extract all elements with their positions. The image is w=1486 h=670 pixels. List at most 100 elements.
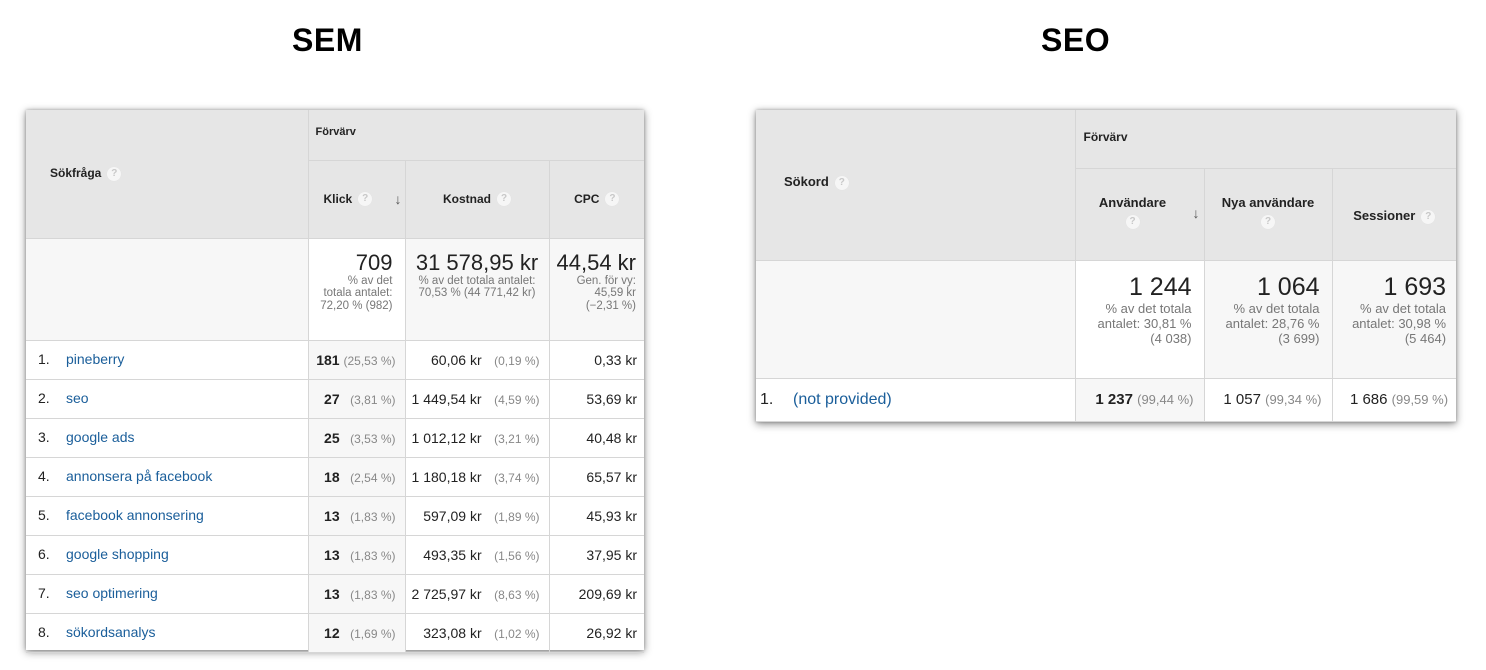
query-cell: 8. sökordsanalys xyxy=(26,612,309,653)
table-row: 7. seo optimering 13 (1,83 %) 2 725,97 kr (… xyxy=(26,573,644,614)
column-header-clicks[interactable]: Klick? ↓ xyxy=(307,159,406,239)
query-cell: 3. google ads xyxy=(26,417,309,458)
table-row: 3. google ads 25 (3,53 %) 1 012,12 kr (3,21… xyxy=(26,417,644,458)
cpc-value: 0,33 kr xyxy=(594,351,637,368)
query-cell: 7. seo optimering xyxy=(26,573,309,614)
cost-value: 493,35 kr xyxy=(423,546,482,563)
column-header-new-users[interactable]: Nya användare ? xyxy=(1203,167,1333,261)
cost-value: 597,09 kr xyxy=(423,507,482,524)
cost-value: 323,08 kr xyxy=(423,624,482,641)
column-header-cpc[interactable]: CPC? xyxy=(548,159,644,239)
clicks-value: 25 xyxy=(324,429,340,446)
cost-value: 1 012,12 kr xyxy=(411,429,482,446)
clicks-cell: 12 (1,69 %) xyxy=(307,612,406,653)
help-icon[interactable]: ? xyxy=(107,166,122,181)
cost-value: 60,06 kr xyxy=(431,351,482,368)
row-index: 2. xyxy=(38,389,50,406)
row-index: 1. xyxy=(38,350,50,367)
totals-label-cell xyxy=(26,237,309,341)
query-link[interactable]: google ads xyxy=(66,429,135,445)
help-icon[interactable]: ? xyxy=(1261,215,1275,230)
clicks-percent: (1,69 %) xyxy=(350,626,396,641)
help-icon[interactable]: ? xyxy=(1125,215,1140,230)
clicks-cell: 13 (1,83 %) xyxy=(307,495,406,536)
query-link[interactable]: annonsera på facebook xyxy=(66,468,212,484)
column-label: Användare xyxy=(1098,194,1167,210)
table-row: 1. pineberry 181 (25,53 %) 60,06 kr (0,19 %… xyxy=(26,339,644,380)
keyword-cell: 1. (not provided) xyxy=(756,377,1076,422)
cpc-cell: 209,69 kr xyxy=(548,573,644,614)
dimension-header[interactable]: Sökord? xyxy=(756,110,1076,261)
cpc-cell: 65,57 kr xyxy=(548,456,644,497)
clicks-percent: (2,54 %) xyxy=(350,470,396,485)
column-header-users[interactable]: Användare ? ↓ xyxy=(1074,167,1205,261)
clicks-value: 18 xyxy=(324,468,340,485)
query-link[interactable]: sökordsanalys xyxy=(66,624,156,640)
clicks-percent: (1,83 %) xyxy=(350,509,396,524)
clicks-value: 13 xyxy=(324,585,340,602)
sessions-percent: (99,59 %) xyxy=(1391,392,1449,407)
total-desc: totala antalet: xyxy=(323,287,393,299)
clicks-percent: (3,53 %) xyxy=(350,431,396,446)
sort-down-icon[interactable]: ↓ xyxy=(395,191,402,207)
query-cell: 6. google shopping xyxy=(26,534,309,575)
clicks-cell: 13 (1,83 %) xyxy=(307,573,406,614)
total-sessions: 1 693 % av det totala antalet: 30,98 % (… xyxy=(1331,259,1457,379)
total-desc: (4 038) xyxy=(1150,330,1192,346)
total-value: 1 693 xyxy=(1383,272,1447,301)
query-link[interactable]: google shopping xyxy=(66,546,169,562)
total-desc: 72,20 % (982) xyxy=(320,299,393,312)
clicks-percent: (3,81 %) xyxy=(350,392,396,407)
clicks-cell: 13 (1,83 %) xyxy=(307,534,406,575)
total-desc: % av det totala xyxy=(1360,300,1447,316)
cpc-value: 209,69 kr xyxy=(578,585,637,602)
total-desc: antalet: 30,98 % xyxy=(1352,315,1447,331)
new-users-percent: (99,34 %) xyxy=(1265,392,1322,407)
table-row: 4. annonsera på facebook 18 (2,54 %) 1 180,… xyxy=(26,456,644,497)
total-users: 1 244 % av det totala antalet: 30,81 % (… xyxy=(1074,259,1205,379)
sem-heading: SEM xyxy=(292,22,363,58)
query-cell: 5. facebook annonsering xyxy=(26,495,309,536)
query-link[interactable]: facebook annonsering xyxy=(66,507,204,523)
row-index: 5. xyxy=(38,506,50,523)
dimension-header-label: Sökfråga xyxy=(50,166,102,180)
help-icon[interactable]: ? xyxy=(497,192,511,207)
cost-percent: (1,56 %) xyxy=(494,548,540,563)
help-icon[interactable]: ? xyxy=(1421,209,1436,224)
keyword-link[interactable]: (not provided) xyxy=(793,391,892,408)
dimension-header[interactable]: Sökfråga? xyxy=(26,110,309,239)
clicks-percent: (1,83 %) xyxy=(350,548,396,563)
users-percent: (99,44 %) xyxy=(1137,392,1194,407)
seo-table-panel: Sökord? Förvärv Användare ? ↓ Nya använd… xyxy=(756,110,1457,422)
clicks-value: 13 xyxy=(324,507,340,524)
cpc-cell: 53,69 kr xyxy=(548,378,644,419)
help-icon[interactable]: ? xyxy=(834,175,849,190)
column-header-cost[interactable]: Kostnad? xyxy=(404,159,550,239)
cpc-cell: 45,93 kr xyxy=(548,495,644,536)
sessions-cell: 1 686 (99,59 %) xyxy=(1331,377,1457,422)
query-link[interactable]: seo xyxy=(66,390,89,406)
total-cost: 31 578,95 kr % av det totala antalet: 70… xyxy=(404,237,550,341)
cost-value: 2 725,97 kr xyxy=(411,585,482,602)
cpc-value: 65,57 kr xyxy=(586,468,637,485)
cpc-value: 45,93 kr xyxy=(586,507,637,524)
seo-table: Sökord? Förvärv Användare ? ↓ Nya använd… xyxy=(756,110,1457,422)
total-desc: % av det totala antalet: xyxy=(418,274,536,287)
total-desc: % av det totala xyxy=(1105,300,1192,316)
cost-cell: 1 012,12 kr (3,21 %) xyxy=(404,417,550,458)
row-index: 3. xyxy=(38,428,50,445)
query-cell: 4. annonsera på facebook xyxy=(26,456,309,497)
cost-cell: 1 449,54 kr (4,59 %) xyxy=(404,378,550,419)
clicks-percent: (25,53 %) xyxy=(343,353,396,368)
query-link[interactable]: pineberry xyxy=(66,351,124,367)
cpc-value: 37,95 kr xyxy=(586,546,637,563)
help-icon[interactable]: ? xyxy=(358,192,373,207)
column-header-sessions[interactable]: Sessioner? xyxy=(1331,167,1457,261)
sort-down-icon[interactable]: ↓ xyxy=(1193,205,1200,221)
column-label: CPC xyxy=(574,191,600,206)
cost-percent: (4,59 %) xyxy=(494,392,540,407)
query-link[interactable]: seo optimering xyxy=(66,585,158,601)
column-label: Sessioner xyxy=(1353,208,1416,224)
clicks-cell: 18 (2,54 %) xyxy=(307,456,406,497)
help-icon[interactable]: ? xyxy=(605,192,620,207)
